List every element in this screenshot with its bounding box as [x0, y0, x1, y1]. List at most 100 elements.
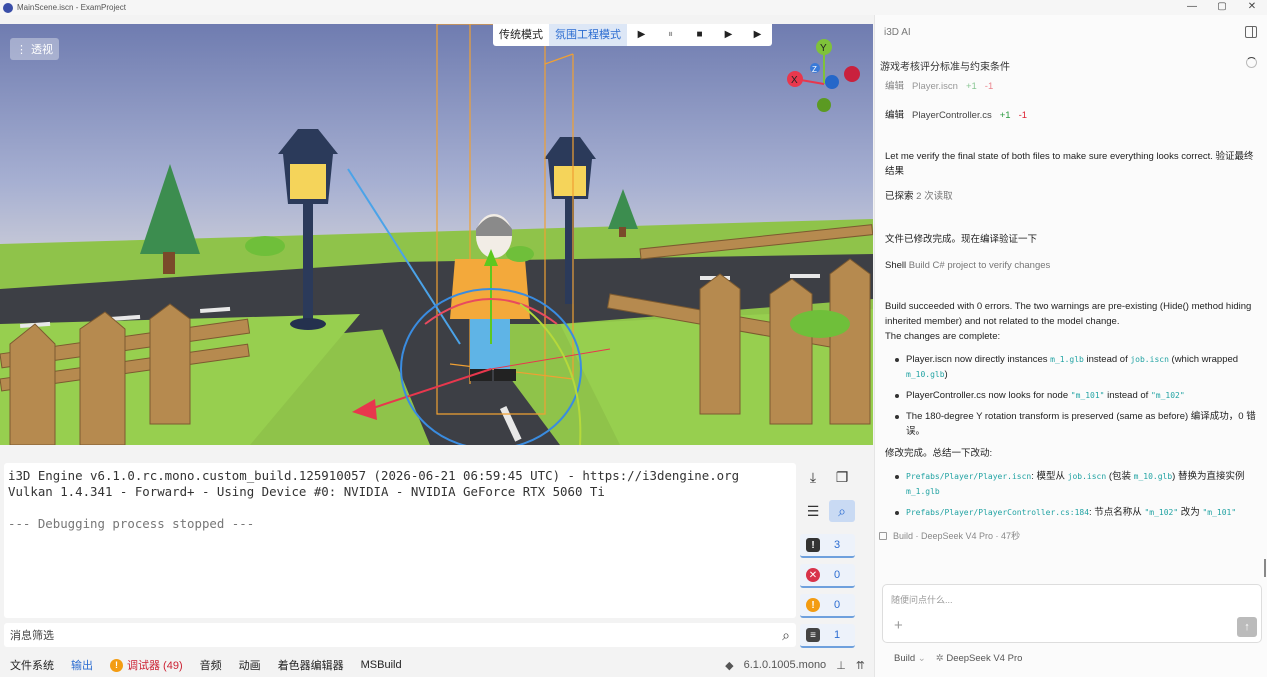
- engine-version: 6.1.0.1005.mono: [743, 659, 827, 671]
- attach-icon[interactable]: +: [894, 617, 903, 634]
- ai-footer: Build ⌄ ✲ DeepSeek V4 Pro: [894, 653, 1022, 664]
- shell-entry[interactable]: Shell Build C# project to verify changes: [885, 258, 1260, 273]
- messages-count: 3: [834, 539, 841, 551]
- search-toggle-icon[interactable]: ⌕: [829, 500, 855, 522]
- list-item: PlayerController.cs now looks for node "…: [885, 388, 1260, 403]
- close-button[interactable]: ✕: [1237, 0, 1267, 15]
- filter-errors-button[interactable]: ✕ 0: [800, 564, 855, 588]
- lines-added: +1: [999, 110, 1011, 121]
- log-icon: ≡: [806, 628, 820, 642]
- loading-spinner-icon: [1246, 57, 1257, 68]
- tab-msbuild[interactable]: MSBuild: [351, 659, 409, 671]
- text: (which wrapped: [1168, 354, 1239, 365]
- orientation-gizmo[interactable]: Y X Z: [785, 39, 865, 119]
- window-controls: — ▢ ✕: [1177, 0, 1267, 15]
- model-select[interactable]: ✲ DeepSeek V4 Pro: [936, 653, 1023, 664]
- code: m_1.glb: [906, 487, 940, 496]
- code: m_10.glb: [1133, 472, 1173, 481]
- filter-messages-button[interactable]: ! 3: [800, 534, 855, 558]
- tab-filesystem[interactable]: 文件系统: [0, 657, 61, 673]
- copy-icon[interactable]: ❐: [829, 466, 855, 488]
- tab-shader-editor[interactable]: 着色器编辑器: [268, 657, 351, 673]
- expand-panel-icon[interactable]: ⇈: [856, 659, 865, 672]
- scene-render: [0, 24, 873, 445]
- collapse-duplicates-icon[interactable]: ☰: [800, 500, 826, 522]
- tab-vibe-engineering-mode[interactable]: 氛围工程模式: [549, 24, 627, 46]
- lines-added: +1: [965, 81, 977, 92]
- model-label: DeepSeek V4 Pro: [946, 653, 1023, 664]
- console-line: --- Debugging process stopped ---: [8, 516, 255, 531]
- play-custom-scene-icon[interactable]: ▶: [743, 24, 772, 46]
- edit-entry[interactable]: 编辑 PlayerController.cs +1 -1: [885, 108, 1027, 123]
- lines-removed: -1: [1018, 110, 1028, 121]
- ai-assistant-panel: i3D AI 游戏考核评分标准与约束条件 编辑 Player.iscn +1 -…: [874, 15, 1267, 677]
- minimize-button[interactable]: —: [1177, 0, 1207, 15]
- response-meta: Build · DeepSeek V4 Pro · 47秒: [879, 529, 1020, 542]
- text: Player.iscn now directly instances: [906, 354, 1051, 365]
- code: m_10.glb: [906, 370, 945, 379]
- copy-icon[interactable]: [879, 531, 887, 540]
- gizmo-neg-y[interactable]: [817, 98, 831, 112]
- scroll-lock-icon[interactable]: ⤓: [800, 466, 826, 488]
- model-icon: ✲: [935, 653, 944, 664]
- list-item: Prefabs/Player/Player.iscn: 模型从 job.iscn…: [885, 469, 1260, 499]
- ai-message: The changes are complete:: [885, 331, 1001, 342]
- message-filter-input[interactable]: 消息筛选 ⌕: [4, 623, 796, 647]
- error-icon: ✕: [806, 568, 820, 582]
- errors-count: 0: [834, 569, 841, 581]
- tab-audio[interactable]: 音频: [190, 657, 229, 673]
- shell-label: Shell: [885, 260, 907, 271]
- text: instead of: [1083, 354, 1131, 365]
- console-line: i3D Engine v6.1.0.rc.mono.custom_build.1…: [8, 468, 740, 483]
- ai-message: 文件已修改完成。现在编译验证一下: [885, 234, 1038, 245]
- mode-label: Build: [894, 653, 916, 664]
- search-icon: ⌕: [782, 627, 790, 643]
- perspective-view-button[interactable]: ⋮ 透视: [10, 38, 59, 60]
- text: PlayerController.cs now looks for node: [906, 390, 1071, 401]
- code: job.iscn: [1130, 355, 1169, 364]
- output-console[interactable]: i3D Engine v6.1.0.rc.mono.custom_build.1…: [4, 463, 796, 618]
- pin-icon[interactable]: ⊥: [836, 659, 846, 672]
- gizmo-neg-x[interactable]: [844, 66, 860, 82]
- chat-input-placeholder: 随便问点什么...: [891, 595, 953, 605]
- send-button[interactable]: ↑: [1237, 617, 1257, 637]
- window-title: MainScene.iscn - ExamProject: [17, 3, 126, 12]
- play-icon[interactable]: ▶: [627, 24, 656, 46]
- tab-output[interactable]: 输出: [61, 657, 100, 673]
- edit-verb: 编辑: [885, 81, 905, 92]
- edit-verb: 编辑: [885, 110, 905, 121]
- list-item: The 180-degree Y rotation transform is p…: [885, 409, 1260, 439]
- tab-traditional-mode[interactable]: 传统模式: [493, 24, 549, 46]
- console-toolbar: ⤓ ❐ ☰ ⌕ ! 3 ✕ 0 ! 0 ≡ 1: [800, 463, 856, 648]
- mode-select[interactable]: Build ⌄: [894, 653, 926, 664]
- maximize-button[interactable]: ▢: [1207, 0, 1237, 15]
- gizmo-z-label: Z: [812, 65, 817, 74]
- chat-input[interactable]: 随便问点什么... + ↑: [882, 584, 1262, 643]
- code: Prefabs/Player/Player.iscn: [906, 472, 1032, 481]
- tab-debugger[interactable]: ! 调试器 (49): [100, 657, 190, 673]
- edit-entry[interactable]: 编辑 Player.iscn +1 -1: [885, 79, 993, 94]
- code: m_1.glb: [1050, 355, 1084, 364]
- text: ): [944, 369, 948, 380]
- list-item: Prefabs/Player/PlayerController.cs:184: …: [885, 505, 1260, 520]
- play-scene-icon[interactable]: ▶: [714, 24, 743, 46]
- tab-animation[interactable]: 动画: [229, 657, 268, 673]
- pause-icon[interactable]: ⏸: [656, 24, 685, 46]
- list-item: Player.iscn now directly instances m_1.g…: [885, 352, 1260, 382]
- ai-message: Build succeeded with 0 errors. The two w…: [885, 301, 1252, 327]
- sidebar-toggle-icon[interactable]: [1245, 26, 1257, 38]
- scrollbar[interactable]: [1264, 559, 1266, 577]
- app-logo-icon: [3, 2, 13, 13]
- edit-file: PlayerController.cs: [912, 110, 992, 121]
- title-bar: MainScene.iscn - ExamProject — ▢ ✕: [0, 0, 1267, 15]
- text: : 节点名称从: [1089, 507, 1145, 518]
- view-mode-label: 透视: [31, 44, 53, 56]
- gizmo-neg-z[interactable]: [825, 75, 839, 89]
- code: "m_102": [1150, 391, 1185, 400]
- explored-entry[interactable]: 已探索 2 次读取: [885, 189, 1260, 204]
- stop-icon[interactable]: ■: [685, 24, 714, 46]
- code: "m_102": [1144, 508, 1179, 517]
- scene-viewport[interactable]: ⋮ 透视 传统模式 氛围工程模式 ▶ ⏸ ■ ▶ ▶ Y X Z: [0, 24, 873, 445]
- filter-logs-button[interactable]: ≡ 1: [800, 624, 855, 648]
- filter-warnings-button[interactable]: ! 0: [800, 594, 855, 618]
